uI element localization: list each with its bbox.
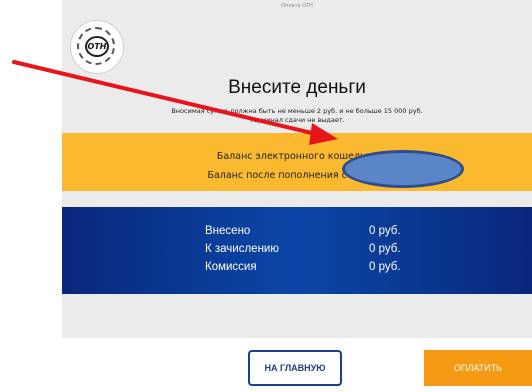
annotation-arrow-icon [12, 60, 338, 145]
